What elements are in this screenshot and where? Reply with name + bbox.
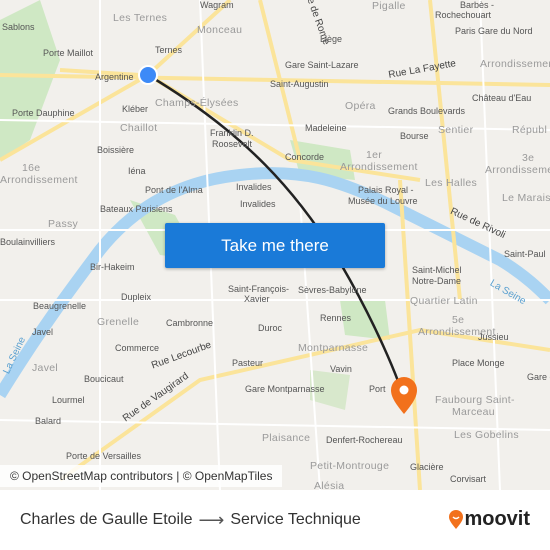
map-label: Notre-Dame bbox=[412, 276, 462, 286]
moovit-logo-text: moovit bbox=[464, 508, 530, 530]
map-label: Les Gobelins bbox=[454, 429, 519, 441]
map-label: Vavin bbox=[330, 364, 352, 374]
take-me-there-button[interactable]: Take me there bbox=[165, 223, 385, 268]
map-label: Beaugrenelle bbox=[33, 301, 87, 311]
map-label: Franklin D. bbox=[210, 128, 254, 138]
map-label: Ternes bbox=[155, 45, 183, 55]
map-label: Plaisance bbox=[262, 432, 311, 444]
origin-marker bbox=[138, 65, 158, 85]
map-label: Wagram bbox=[200, 0, 234, 10]
map-label: Arrondissement bbox=[485, 164, 550, 176]
map-label: Pasteur bbox=[232, 358, 264, 368]
map-label: Boissière bbox=[97, 145, 135, 155]
origin-name: Charles de Gaulle Etoile bbox=[20, 511, 193, 528]
map-label: Bourse bbox=[400, 131, 429, 141]
map-label: Arrondissement bbox=[340, 161, 418, 173]
map-label: Bateaux Parisiens bbox=[100, 204, 173, 214]
map-label: Les Ternes bbox=[113, 12, 168, 24]
map-label: Xavier bbox=[244, 294, 270, 304]
moovit-logo: moovit bbox=[448, 508, 530, 531]
map-label: Musée du Louvre bbox=[348, 196, 418, 206]
map-label: Barbès - bbox=[460, 0, 495, 10]
map-label: Liège bbox=[320, 34, 343, 44]
moovit-pin-icon bbox=[449, 509, 464, 529]
map-label: Grenelle bbox=[97, 316, 140, 328]
map-label: Le Marais bbox=[502, 192, 550, 204]
map-label: Sablons bbox=[2, 22, 35, 32]
map-label: Champs-Élysées bbox=[155, 97, 239, 109]
destination-name: Service Technique bbox=[230, 511, 361, 528]
map-label: Duroc bbox=[258, 323, 283, 333]
map-label: Arrondissement bbox=[480, 58, 550, 70]
map-label: Javel bbox=[32, 327, 54, 337]
map-label: Port bbox=[369, 384, 386, 394]
map-label: Petit-Montrouge bbox=[310, 460, 390, 472]
map-label: Quartier Latin bbox=[410, 295, 478, 307]
map-label: Sèvres-Babylone bbox=[298, 285, 367, 295]
map-label: Républ bbox=[512, 124, 548, 136]
map-label: Corvisart bbox=[450, 474, 487, 484]
map-label: Montparnasse bbox=[298, 342, 369, 354]
map-label: Chaillot bbox=[120, 122, 158, 134]
map-label: Sentier bbox=[438, 124, 474, 136]
map-label: Bir-Hakeim bbox=[90, 262, 135, 272]
map-label: Iéna bbox=[128, 166, 146, 176]
map-label: 5e bbox=[452, 314, 465, 326]
map-label: Passy bbox=[48, 218, 79, 230]
map-label: Roosevelt bbox=[212, 139, 253, 149]
map-label: Madeleine bbox=[305, 123, 347, 133]
map-label: Kléber bbox=[122, 104, 149, 114]
map-label: 16e bbox=[22, 162, 41, 174]
map-label: Cambronne bbox=[166, 318, 214, 328]
map-label: Invalides bbox=[236, 182, 272, 192]
map-label: Porte Dauphine bbox=[12, 108, 75, 118]
map-label: Jussieu bbox=[478, 332, 509, 342]
map-label: Alésia bbox=[314, 480, 345, 490]
map-label: Pont de l'Alma bbox=[145, 185, 203, 195]
map-label: Saint-Michel bbox=[412, 265, 462, 275]
map-label: Monceau bbox=[197, 24, 243, 36]
map-label: Arrondissement bbox=[0, 174, 78, 186]
map-label: Rochechouart bbox=[435, 10, 492, 20]
map-label: Balard bbox=[35, 416, 62, 426]
map-label: Château d'Eau bbox=[472, 93, 532, 103]
map-label: Marceau bbox=[452, 406, 495, 418]
map-label: Saint-Paul bbox=[504, 249, 546, 259]
map-label: Saint-Augustin bbox=[270, 79, 329, 89]
map-label: Les Halles bbox=[425, 177, 478, 189]
map-label: Concorde bbox=[285, 152, 325, 162]
map-label: Gare Montparnasse bbox=[245, 384, 325, 394]
map-label: Pigalle bbox=[372, 0, 406, 12]
map-label: Saint-François- bbox=[228, 284, 290, 294]
map-label: Boulainvilliers bbox=[0, 237, 56, 247]
map-label: Porte Maillot bbox=[43, 48, 94, 58]
map-label: Javel bbox=[32, 362, 59, 374]
map-label: Gare Saint-Lazare bbox=[285, 60, 359, 70]
map-label: Palais Royal - bbox=[358, 185, 414, 195]
arrow-right-icon: ⟶ bbox=[198, 509, 225, 530]
map-label: Gare e bbox=[527, 372, 550, 382]
map-label: Invalides bbox=[240, 199, 276, 209]
map-label: Paris Gare du Nord bbox=[455, 26, 533, 36]
map-label: Opéra bbox=[345, 100, 376, 112]
map-label: Denfert-Rochereau bbox=[326, 435, 403, 445]
map-label: Commerce bbox=[115, 343, 160, 353]
map-label: 3e bbox=[522, 152, 535, 164]
map-label: Porte de Versailles bbox=[66, 451, 142, 461]
map-label: Faubourg Saint- bbox=[435, 394, 515, 406]
map-label: Argentine bbox=[95, 72, 134, 82]
map-label: Glacière bbox=[410, 462, 444, 472]
map-label: Place Monge bbox=[452, 358, 505, 368]
map-label: Grands Boulevards bbox=[388, 106, 466, 116]
map-label: Rennes bbox=[320, 313, 352, 323]
map-label: 1er bbox=[366, 149, 383, 161]
map-label: Boucicaut bbox=[84, 374, 124, 384]
map-attribution[interactable]: © OpenStreetMap contributors | © OpenMap… bbox=[0, 465, 283, 487]
map-label: Dupleix bbox=[121, 292, 152, 302]
map[interactable]: Les Ternes Monceau Pigalle Barbès - Roch… bbox=[0, 0, 550, 490]
map-label: Lourmel bbox=[52, 395, 85, 405]
